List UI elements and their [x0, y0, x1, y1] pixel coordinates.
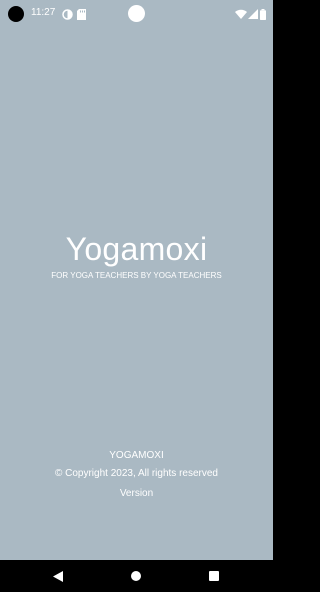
footer-brand: YOGAMOXI	[109, 450, 164, 461]
wifi-icon	[235, 7, 247, 25]
app-title: Yogamoxi	[65, 231, 208, 267]
cellular-signal-icon	[248, 7, 258, 25]
status-bar: 11:27	[0, 0, 273, 26]
footer-version: Version	[119, 488, 154, 499]
splash-screen: 11:27 Yogamoxi FOR YOGA TEACHERS BY YOGA…	[0, 0, 273, 592]
app-tagline: FOR YOGA TEACHERS BY YOGA TEACHERS	[51, 271, 222, 280]
recents-icon[interactable]	[206, 568, 222, 584]
back-icon[interactable]	[50, 568, 66, 584]
sd-card-icon	[77, 7, 86, 25]
do-not-disturb-icon	[62, 7, 73, 25]
footer-copyright: © Copyright 2023, All rights reserved	[54, 468, 218, 479]
camera-cutout-icon	[8, 6, 24, 22]
battery-icon	[260, 7, 266, 25]
home-icon[interactable]	[128, 568, 144, 584]
status-time: 11:27	[31, 7, 56, 18]
camera-cutout-icon	[128, 5, 145, 22]
navigation-bar	[0, 560, 273, 592]
